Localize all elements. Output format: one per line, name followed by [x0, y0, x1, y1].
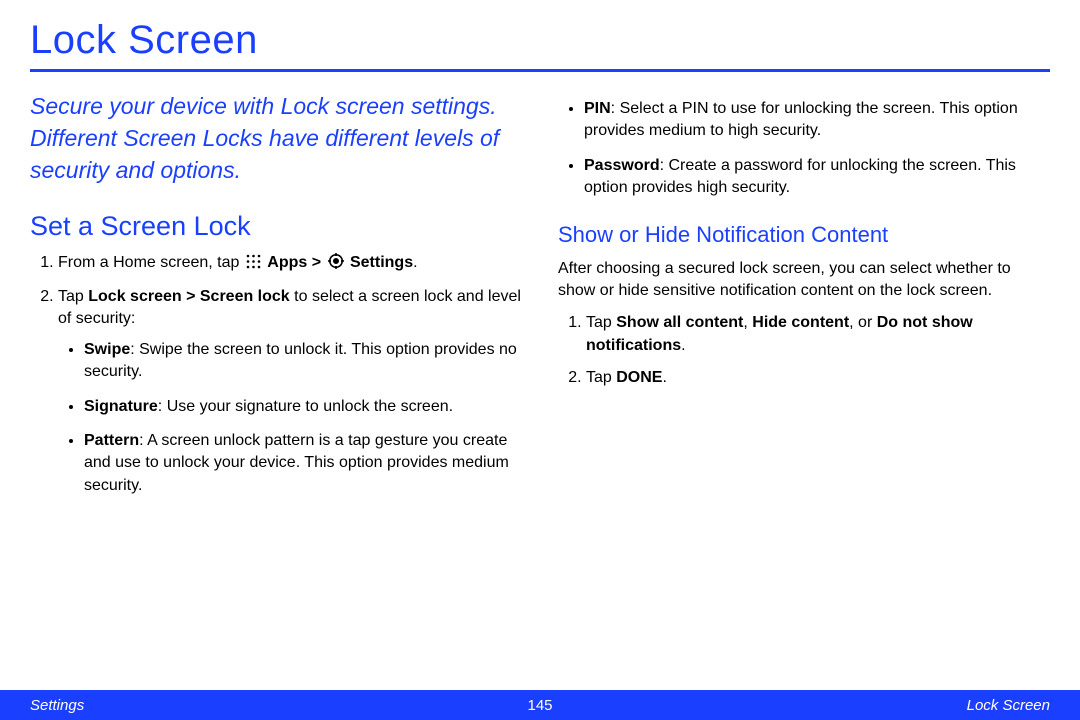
notif-step-2: Tap DONE. — [586, 367, 1050, 389]
bullet-pin-label: PIN — [584, 100, 611, 117]
notification-intro: After choosing a secured lock screen, yo… — [558, 258, 1050, 303]
step-1-pre: From a Home screen, tap — [58, 254, 244, 271]
notif-step-1-c1: , — [743, 314, 752, 331]
steps-notification: Tap Show all content, Hide content, or D… — [558, 312, 1050, 389]
steps-set-screen-lock: From a Home screen, tap Apps > Settings.… — [30, 252, 522, 498]
settings-gear-icon — [328, 253, 344, 276]
manual-page: Lock Screen Secure your device with Lock… — [0, 0, 1080, 720]
lock-options-list-cont: PIN: Select a PIN to use for unlocking t… — [558, 98, 1050, 200]
bullet-pin: PIN: Select a PIN to use for unlocking t… — [584, 98, 1050, 143]
apps-grid-icon — [246, 254, 261, 276]
notif-step-1: Tap Show all content, Hide content, or D… — [586, 312, 1050, 357]
bullet-swipe-label: Swipe — [84, 341, 130, 358]
column-right: PIN: Select a PIN to use for unlocking t… — [558, 90, 1050, 509]
notif-step-1-c2: , or — [849, 314, 877, 331]
bullet-pattern-label: Pattern — [84, 432, 139, 449]
step-1-post: . — [413, 254, 417, 271]
intro-text: Secure your device with Lock screen sett… — [30, 90, 522, 187]
page-footer: Settings 145 Lock Screen — [0, 690, 1080, 720]
bullet-pattern: Pattern: A screen unlock pattern is a ta… — [84, 430, 522, 497]
bullet-swipe-text: : Swipe the screen to unlock it. This op… — [84, 341, 517, 380]
page-title: Lock Screen — [30, 18, 1050, 63]
column-left: Secure your device with Lock screen sett… — [30, 90, 522, 509]
step-2-bold: Lock screen > Screen lock — [88, 288, 289, 305]
notif-step-2-pre: Tap — [586, 369, 616, 386]
step-1-apps: Apps > — [267, 254, 325, 271]
notif-step-2-post: . — [662, 369, 666, 386]
bullet-signature: Signature: Use your signature to unlock … — [84, 396, 522, 418]
heading-notification-content: Show or Hide Notification Content — [558, 222, 1050, 248]
footer-left: Settings — [30, 697, 84, 714]
bullet-signature-text: : Use your signature to unlock the scree… — [158, 398, 453, 415]
notif-step-1-pre: Tap — [586, 314, 616, 331]
notif-step-1-b2: Hide content — [752, 314, 849, 331]
step-2: Tap Lock screen > Screen lock to select … — [58, 286, 522, 497]
step-2-pre: Tap — [58, 288, 88, 305]
bullet-pattern-text: : A screen unlock pattern is a tap gestu… — [84, 432, 509, 494]
step-1: From a Home screen, tap Apps > Settings. — [58, 252, 522, 276]
footer-right: Lock Screen — [967, 697, 1050, 714]
bullet-signature-label: Signature — [84, 398, 158, 415]
footer-page-number: 145 — [527, 697, 552, 714]
bullet-pin-text: : Select a PIN to use for unlocking the … — [584, 100, 1018, 139]
notif-step-1-b1: Show all content — [616, 314, 743, 331]
bullet-password-label: Password — [584, 157, 660, 174]
step-1-settings: Settings — [350, 254, 413, 271]
heading-set-screen-lock: Set a Screen Lock — [30, 211, 522, 242]
bullet-password: Password: Create a password for unlockin… — [584, 155, 1050, 200]
lock-options-list: Swipe: Swipe the screen to unlock it. Th… — [58, 339, 522, 497]
notif-step-1-post: . — [681, 337, 685, 354]
bullet-swipe: Swipe: Swipe the screen to unlock it. Th… — [84, 339, 522, 384]
notif-step-2-bold: DONE — [616, 369, 662, 386]
title-divider — [30, 69, 1050, 72]
content-columns: Secure your device with Lock screen sett… — [30, 90, 1050, 509]
